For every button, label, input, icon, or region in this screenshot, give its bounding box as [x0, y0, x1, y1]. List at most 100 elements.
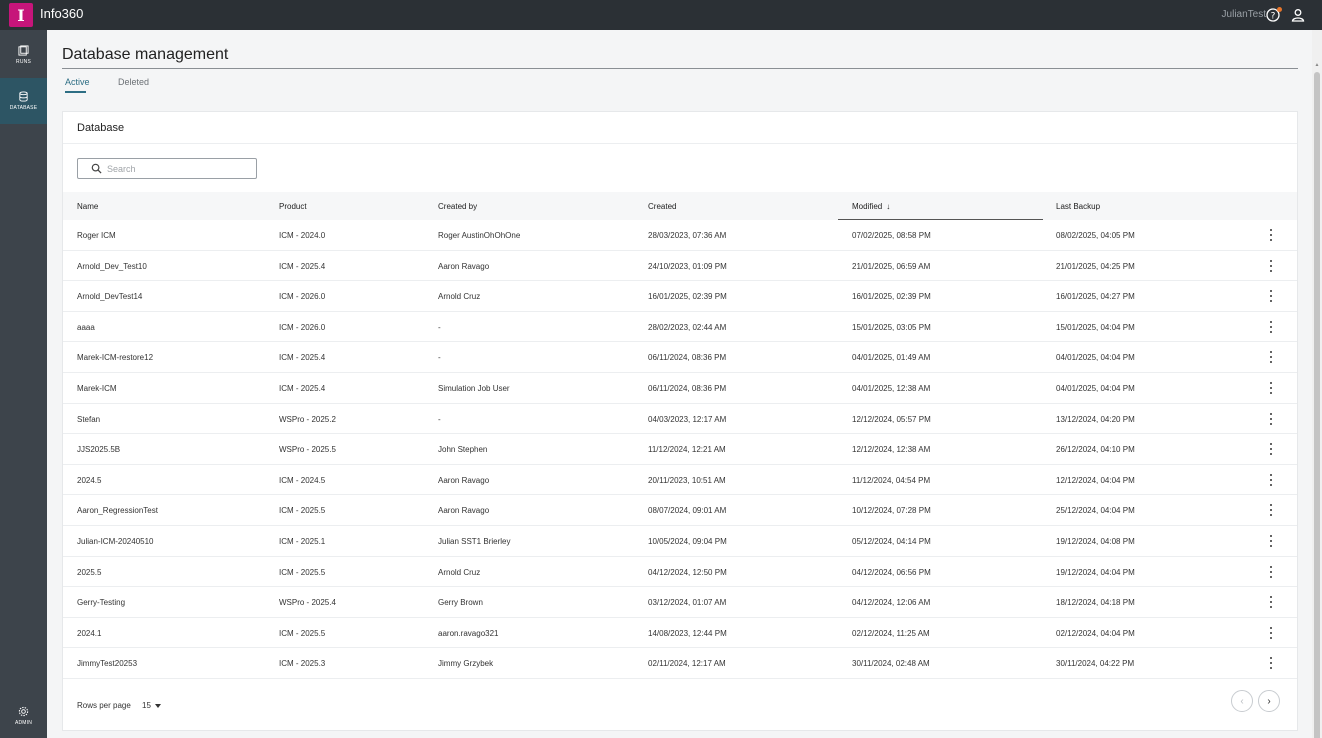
chevron-right-icon: › — [1267, 695, 1271, 707]
cell-created-by: Roger AustinOhOhOne — [438, 231, 521, 240]
active-tab-indicator — [65, 91, 86, 93]
row-menu-icon[interactable] — [1269, 351, 1273, 364]
row-menu-icon[interactable] — [1269, 504, 1273, 517]
chevron-down-icon[interactable] — [155, 704, 161, 708]
table-row[interactable]: aaaa ICM - 2026.0 - 28/02/2023, 02:44 AM 15/… — [63, 312, 1297, 343]
sidebar-item-label: DATABASE — [9, 105, 38, 111]
cell-name: Arnold_DevTest14 — [77, 292, 143, 302]
cell-created: 11/12/2024, 12:21 AM — [648, 445, 726, 455]
sort-descending-icon[interactable]: ↓ — [886, 202, 890, 211]
table-row[interactable]: 2024.1 ICM - 2025.5 aaron.ravago321 14/08/2… — [63, 618, 1297, 649]
cell-last-backup: 21/01/2025, 04:25 PM — [1056, 261, 1135, 271]
cell-last-backup: 08/02/2025, 04:05 PM — [1056, 231, 1135, 240]
cell-created: 14/08/2023, 12:44 PM — [648, 628, 727, 638]
database-icon — [19, 91, 28, 102]
row-menu-icon[interactable] — [1269, 596, 1273, 609]
scroll-thumb[interactable] — [1314, 72, 1320, 738]
cell-modified: 21/01/2025, 06:59 AM — [852, 261, 931, 271]
cell-last-backup: 04/01/2025, 04:04 PM — [1056, 383, 1135, 393]
cell-last-backup: 19/12/2024, 04:08 PM — [1056, 536, 1135, 546]
search-input[interactable] — [107, 162, 247, 175]
sidebar-item-runs[interactable]: RUNS — [0, 32, 47, 78]
table-row[interactable]: Gerry-Testing WSPro - 2025.4 Gerry Brown 03… — [63, 587, 1297, 618]
row-menu-icon[interactable] — [1269, 290, 1273, 303]
user-icon[interactable] — [1291, 8, 1305, 22]
column-header-last-backup[interactable]: Last Backup — [1056, 202, 1100, 211]
table-row[interactable]: Stefan WSPro - 2025.2 - 04/03/2023, 12:17 A… — [63, 404, 1297, 435]
cell-created: 24/10/2023, 01:09 PM — [648, 261, 727, 271]
sidebar-item-database[interactable]: DATABASE — [0, 78, 47, 124]
row-menu-icon[interactable] — [1269, 229, 1273, 241]
cell-product: ICM - 2025.5 — [279, 506, 326, 516]
cell-name: aaaa — [77, 322, 95, 332]
cell-created-by: Aaron Ravago — [438, 475, 490, 485]
cell-product: ICM - 2025.5 — [279, 567, 326, 577]
app-title: Info360 — [40, 6, 84, 21]
cell-created: 20/11/2023, 10:51 AM — [648, 475, 726, 485]
column-header-product[interactable]: Product — [279, 202, 307, 211]
table-row[interactable]: JJS2025.5B WSPro - 2025.5 John Stephen 11/1… — [63, 434, 1297, 465]
row-menu-icon[interactable] — [1269, 565, 1273, 578]
cell-created-by: Jimmy Grzybek — [438, 659, 494, 669]
cell-last-backup: 26/12/2024, 04:10 PM — [1056, 445, 1135, 455]
tab-deleted[interactable]: Deleted — [118, 77, 149, 87]
table-row[interactable]: Roger ICM ICM - 2024.0 Roger AustinOhOhOne… — [63, 220, 1297, 251]
user-name[interactable]: JulianTest — [1222, 9, 1266, 20]
table-row[interactable]: Marek-ICM-restore12 ICM - 2025.4 - 06/11/20… — [63, 342, 1297, 373]
cell-name: JimmyTest20253 — [77, 659, 138, 669]
cell-name: 2025.5 — [77, 567, 102, 577]
column-header-name[interactable]: Name — [77, 202, 98, 211]
cell-created: 06/11/2024, 08:36 PM — [648, 353, 727, 363]
search-box[interactable] — [77, 158, 257, 179]
table-row[interactable]: JimmyTest20253 ICM - 2025.3 Jimmy Grzybek 0… — [63, 648, 1297, 679]
row-menu-icon[interactable] — [1269, 320, 1273, 333]
cell-product: ICM - 2025.4 — [279, 353, 326, 363]
row-menu-icon[interactable] — [1269, 626, 1273, 639]
cell-last-backup: 04/01/2025, 04:04 PM — [1056, 353, 1135, 363]
table-row[interactable]: 2025.5 ICM - 2025.5 Arnold Cruz 04/12/2024,… — [63, 557, 1297, 588]
cell-name: Marek-ICM-restore12 — [77, 353, 154, 363]
cell-modified: 04/01/2025, 01:49 AM — [852, 353, 931, 363]
cell-last-backup: 25/12/2024, 04:04 PM — [1056, 506, 1135, 516]
row-menu-icon[interactable] — [1269, 443, 1273, 456]
sidebar-item-label: RUNS — [16, 59, 31, 65]
app-logo[interactable]: I — [9, 3, 33, 27]
cell-last-backup: 13/12/2024, 04:20 PM — [1056, 414, 1135, 424]
cell-name: Roger ICM — [77, 231, 116, 240]
sidebar: RUNS DATABASE ADMIN — [0, 30, 47, 738]
cell-modified: 12/12/2024, 12:38 AM — [852, 445, 931, 455]
cell-product: ICM - 2025.3 — [279, 659, 326, 669]
notification-dot — [1277, 7, 1282, 12]
row-menu-icon[interactable] — [1269, 381, 1273, 394]
table-row[interactable]: Arnold_DevTest14 ICM - 2026.0 Arnold Cruz 1… — [63, 281, 1297, 312]
tab-active[interactable]: Active — [65, 77, 90, 87]
previous-page-button[interactable]: ‹ — [1231, 690, 1253, 712]
sidebar-item-admin[interactable]: ADMIN — [0, 693, 47, 738]
table-row[interactable]: Aaron_RegressionTest ICM - 2025.5 Aaron Ra… — [63, 495, 1297, 526]
row-menu-icon[interactable] — [1269, 259, 1273, 272]
cell-modified: 04/01/2025, 12:38 AM — [852, 383, 931, 393]
cell-name: JJS2025.5B — [77, 445, 121, 455]
cell-last-backup: 15/01/2025, 04:04 PM — [1056, 322, 1135, 332]
table-header: Name Product Created by Created Modified… — [63, 192, 1297, 220]
column-header-created-by[interactable]: Created by — [438, 202, 477, 211]
row-menu-icon[interactable] — [1269, 657, 1273, 670]
column-header-modified[interactable]: Modified ↓ — [852, 202, 890, 211]
cell-created: 04/12/2024, 12:50 PM — [648, 567, 727, 577]
scroll-up-icon[interactable]: ▲ — [1314, 62, 1320, 68]
table-row[interactable]: Marek-ICM ICM - 2025.4 Simulation Job User… — [63, 373, 1297, 404]
table-row[interactable]: Arnold_Dev_Test10 ICM - 2025.4 Aaron Ravag… — [63, 251, 1297, 282]
column-header-created[interactable]: Created — [648, 202, 676, 211]
rows-per-page-select[interactable]: 15 — [142, 701, 151, 710]
row-menu-icon[interactable] — [1269, 412, 1273, 425]
top-bar: I Info360 JulianTest ? — [0, 0, 1322, 30]
table-row[interactable]: Julian-ICM-20240510 ICM - 2025.1 Julian SS… — [63, 526, 1297, 557]
chevron-left-icon: ‹ — [1240, 695, 1244, 707]
cell-modified: 02/12/2024, 11:25 AM — [852, 628, 930, 638]
runs-icon — [18, 45, 29, 56]
page-scrollbar[interactable]: ▲ — [1312, 30, 1322, 738]
row-menu-icon[interactable] — [1269, 534, 1273, 547]
row-menu-icon[interactable] — [1269, 473, 1273, 486]
next-page-button[interactable]: › — [1258, 690, 1280, 712]
table-row[interactable]: 2024.5 ICM - 2024.5 Aaron Ravago 20/11/2023… — [63, 465, 1297, 496]
